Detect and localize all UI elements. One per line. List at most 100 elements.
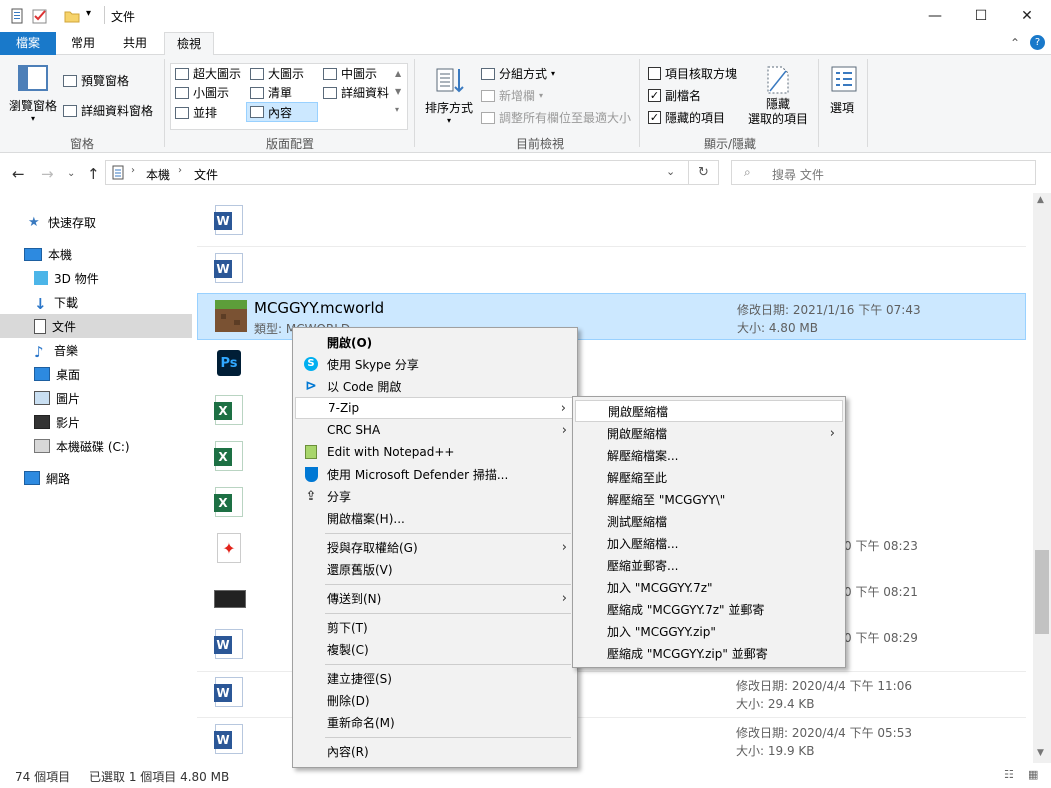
details-pane-button[interactable]: 詳細資料窗格	[63, 102, 153, 119]
zip-add-zip[interactable]: 加入 "MCGGYY.zip"	[575, 620, 843, 642]
menu-defender-scan[interactable]: 使用 Microsoft Defender 掃描...	[295, 463, 575, 485]
menu-share[interactable]: ⇪ 分享	[295, 485, 575, 507]
layout-content[interactable]: 內容	[246, 102, 318, 122]
word-file-icon[interactable]: W	[214, 629, 243, 659]
checkbox[interactable]	[648, 67, 661, 80]
search-box[interactable]: ⌕ 搜尋 文件	[731, 160, 1036, 185]
excel-file-icon[interactable]: X	[214, 395, 243, 425]
layout-tiles[interactable]: 並排	[175, 104, 217, 121]
nav-documents[interactable]: 文件	[0, 314, 192, 338]
minimize-button[interactable]: —	[912, 0, 958, 32]
vertical-scrollbar[interactable]: ▲ ▼	[1033, 193, 1051, 763]
menu-skype-share[interactable]: S 使用 Skype 分享	[295, 353, 575, 375]
address-bar[interactable]: › 本機 › 文件 ⌄	[105, 160, 689, 185]
layout-xl-icons[interactable]: 超大圖示	[175, 65, 241, 82]
hide-selected-button[interactable]: 隱藏 選取的項目	[748, 97, 808, 127]
menu-give-access[interactable]: 授與存取權給(G) ›	[295, 536, 575, 558]
size-columns-button[interactable]: 調整所有欄位至最適大小	[481, 109, 631, 126]
layout-details[interactable]: 詳細資料	[323, 84, 389, 101]
nav-quick-access[interactable]: ★ 快速存取	[0, 210, 192, 234]
menu-open-file[interactable]: 開啟檔案(H)...	[295, 507, 575, 529]
up-button[interactable]: ↑	[87, 165, 100, 183]
zip-extract-here[interactable]: 解壓縮至此	[575, 466, 843, 488]
customize-qat-icon[interactable]: ▾	[86, 8, 102, 24]
word-file-icon[interactable]: W	[214, 724, 243, 754]
nav-videos[interactable]: 影片	[0, 410, 192, 434]
recent-locations-button[interactable]: ⌄	[67, 168, 75, 179]
tab-view[interactable]: 檢視	[164, 32, 214, 56]
nav-downloads[interactable]: ↓ 下載	[0, 290, 192, 314]
menu-open[interactable]: 開啟(O)	[295, 331, 575, 353]
add-columns-button[interactable]: 新增欄 ▾	[481, 87, 543, 104]
forward-button[interactable]: →	[41, 165, 54, 183]
breadcrumb-this-pc[interactable]: 本機	[146, 166, 170, 183]
menu-copy[interactable]: 複製(C)	[295, 638, 575, 660]
zip-extract-to-folder[interactable]: 解壓縮至 "MCGGYY\"	[575, 488, 843, 510]
layout-list[interactable]: 清單	[250, 84, 292, 101]
menu-notepadpp[interactable]: Edit with Notepad++	[295, 441, 575, 463]
layout-medium-icons[interactable]: 中圖示	[323, 65, 377, 82]
layout-large-icons[interactable]: 大圖示	[250, 65, 304, 82]
zip-compress-and-email[interactable]: 壓縮並郵寄...	[575, 554, 843, 576]
navpane-button[interactable]: 瀏覽窗格 ▾	[9, 97, 57, 123]
tab-home[interactable]: 常用	[60, 32, 106, 55]
preview-pane-button[interactable]: 預覽窗格	[63, 72, 129, 89]
nav-desktop[interactable]: 桌面	[0, 362, 192, 386]
scroll-down-icon[interactable]: ▼	[1037, 748, 1044, 758]
collapse-ribbon-icon[interactable]: ⌃	[1010, 36, 1020, 50]
zip-open-archive[interactable]: 開啟壓縮檔	[575, 400, 843, 422]
help-icon[interactable]: ?	[1030, 35, 1045, 50]
menu-restore-versions[interactable]: 還原舊版(V)	[295, 558, 575, 580]
zip-test-archive[interactable]: 測試壓縮檔	[575, 510, 843, 532]
hidden-items-toggle[interactable]: ✓ 隱藏的項目	[648, 109, 725, 126]
layout-small-icons[interactable]: 小圖示	[175, 84, 229, 101]
checkbox-checked[interactable]: ✓	[648, 89, 661, 102]
breadcrumb-documents[interactable]: 文件	[194, 166, 218, 183]
nav-network[interactable]: 網路	[0, 466, 192, 490]
gallery-scroll[interactable]: ▲ ▼ ▾	[395, 65, 401, 119]
new-folder-icon[interactable]	[64, 8, 80, 24]
word-file-icon[interactable]: W	[214, 677, 243, 707]
nav-pictures[interactable]: 圖片	[0, 386, 192, 410]
zip-add-7z[interactable]: 加入 "MCGGYY.7z"	[575, 576, 843, 598]
zip-extract-files[interactable]: 解壓縮檔案...	[575, 444, 843, 466]
scroll-up-icon[interactable]: ▲	[1037, 195, 1044, 205]
zip-open-archive-submenu[interactable]: 開啟壓縮檔 ›	[575, 422, 843, 444]
pdf-file-icon[interactable]: ✦	[217, 533, 241, 563]
close-button[interactable]: ✕	[1004, 0, 1050, 32]
options-button[interactable]: 選項	[830, 99, 854, 116]
refresh-button[interactable]: ↻	[689, 160, 719, 185]
menu-create-shortcut[interactable]: 建立捷徑(S)	[295, 667, 575, 689]
menu-open-with-code[interactable]: ⊳ 以 Code 開啟	[295, 375, 575, 397]
checkbox-checked[interactable]: ✓	[648, 111, 661, 124]
image-thumbnail-icon[interactable]	[214, 590, 246, 608]
properties-icon[interactable]	[9, 8, 25, 24]
nav-music[interactable]: ♪ 音樂	[0, 338, 192, 362]
details-view-icon[interactable]: ☷	[1004, 768, 1014, 781]
sort-by-button[interactable]: 排序方式 ▾	[425, 99, 473, 125]
large-icons-view-icon[interactable]: ▦	[1028, 768, 1038, 781]
item-checkboxes-toggle[interactable]: 項目核取方塊	[648, 65, 737, 82]
group-by-button[interactable]: 分組方式 ▾	[481, 65, 555, 82]
menu-properties[interactable]: 內容(R)	[295, 740, 575, 762]
file-extensions-toggle[interactable]: ✓ 副檔名	[648, 87, 701, 104]
menu-rename[interactable]: 重新命名(M)	[295, 711, 575, 733]
photoshop-file-icon[interactable]: Ps	[217, 350, 241, 376]
nav-3d-objects[interactable]: 3D 物件	[0, 266, 192, 290]
zip-compress-zip-email[interactable]: 壓縮成 "MCGGYY.zip" 並郵寄	[575, 642, 843, 664]
menu-delete[interactable]: 刪除(D)	[295, 689, 575, 711]
menu-send-to[interactable]: 傳送到(N) ›	[295, 587, 575, 609]
tab-file[interactable]: 檔案	[0, 32, 56, 55]
menu-crc-sha[interactable]: CRC SHA ›	[295, 419, 575, 441]
address-dropdown-icon[interactable]: ⌄	[666, 165, 675, 178]
excel-file-icon[interactable]: X	[214, 441, 243, 471]
tab-share[interactable]: 共用	[112, 32, 158, 55]
back-button[interactable]: ←	[12, 165, 25, 183]
zip-compress-7z-email[interactable]: 壓縮成 "MCGGYY.7z" 並郵寄	[575, 598, 843, 620]
zip-add-to-archive[interactable]: 加入壓縮檔...	[575, 532, 843, 554]
excel-file-icon[interactable]: X	[214, 487, 243, 517]
menu-cut[interactable]: 剪下(T)	[295, 616, 575, 638]
checkmark-icon[interactable]	[32, 8, 48, 24]
nav-local-disk[interactable]: 本機磁碟 (C:)	[0, 434, 192, 458]
nav-this-pc[interactable]: 本機	[0, 242, 192, 266]
